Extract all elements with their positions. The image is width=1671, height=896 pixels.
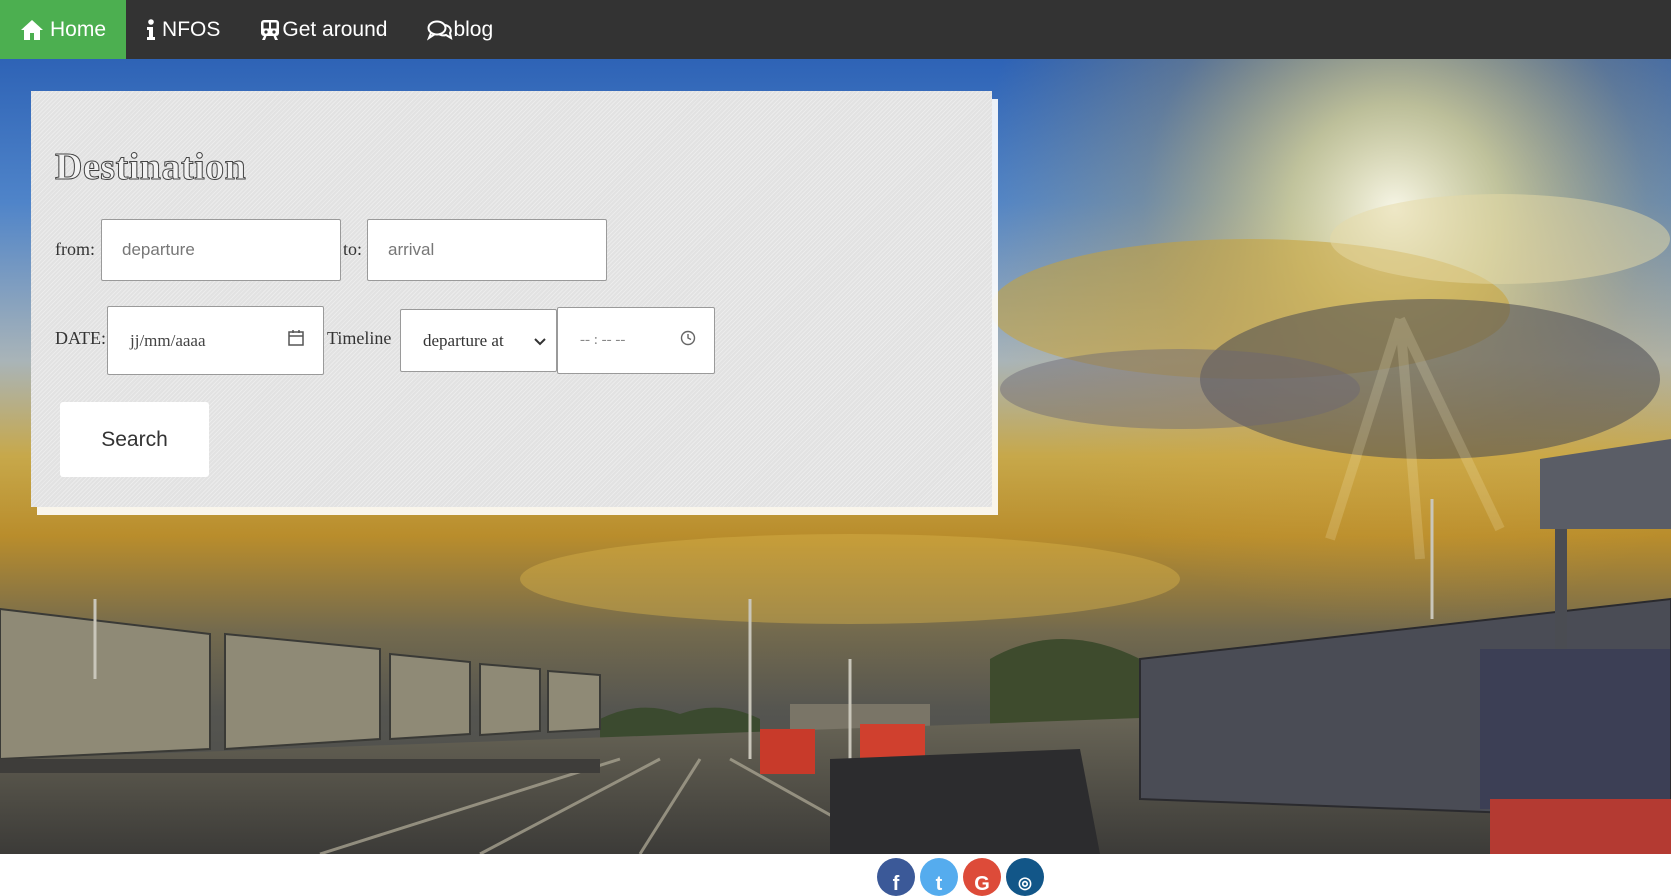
twitter-glyph: t xyxy=(935,873,943,895)
nav-item-label: NFOS xyxy=(162,17,221,41)
calendar-icon[interactable] xyxy=(287,329,305,352)
panel-title: Destination xyxy=(54,146,247,189)
chevron-down-icon xyxy=(534,331,546,351)
nav-item-blog[interactable]: blog xyxy=(407,0,513,59)
facebook-glyph: f xyxy=(892,873,900,895)
to-label: to: xyxy=(343,239,363,259)
clock-icon[interactable] xyxy=(680,330,696,351)
google-icon[interactable]: G xyxy=(963,858,1001,896)
chat-icon xyxy=(427,19,453,41)
timeline-selected-value: departure at xyxy=(423,330,504,350)
google-glyph: G xyxy=(974,873,990,895)
timeline-select[interactable]: departure at xyxy=(400,309,557,372)
nav-item-label: blog xyxy=(453,17,494,41)
instagram-icon[interactable]: ◎ xyxy=(1006,858,1044,896)
instagram-glyph: ◎ xyxy=(1018,875,1032,892)
date-input[interactable]: jj/mm/aaaa xyxy=(107,306,324,375)
nav-item-nfos[interactable]: NFOS xyxy=(126,0,240,59)
footer: f t G ◎ xyxy=(0,854,1671,896)
destination-search-panel: Destination from: to: DATE: jj/mm/aaaa T… xyxy=(31,91,992,507)
top-navigation-bar: Home NFOS Get around blog xyxy=(0,0,1671,59)
nav-item-label: Get around xyxy=(282,17,388,41)
date-label: DATE: xyxy=(55,328,106,348)
arrival-input[interactable] xyxy=(367,219,607,281)
info-icon xyxy=(146,18,156,41)
nav-item-label: Home xyxy=(50,17,107,41)
departure-input[interactable] xyxy=(101,219,341,281)
search-button[interactable]: Search xyxy=(60,402,209,477)
nav-item-home[interactable]: Home xyxy=(0,0,127,59)
from-label: from: xyxy=(55,239,95,259)
train-icon xyxy=(260,19,280,41)
home-icon xyxy=(20,19,44,41)
facebook-icon[interactable]: f xyxy=(877,858,915,896)
twitter-icon[interactable]: t xyxy=(920,858,958,896)
timeline-label: Timeline xyxy=(327,328,392,348)
date-placeholder: jj/mm/aaaa xyxy=(130,330,206,350)
time-input[interactable]: -- : -- -- xyxy=(557,307,715,374)
time-placeholder: -- : -- -- xyxy=(580,332,626,348)
nav-item-get-around[interactable]: Get around xyxy=(240,0,407,59)
